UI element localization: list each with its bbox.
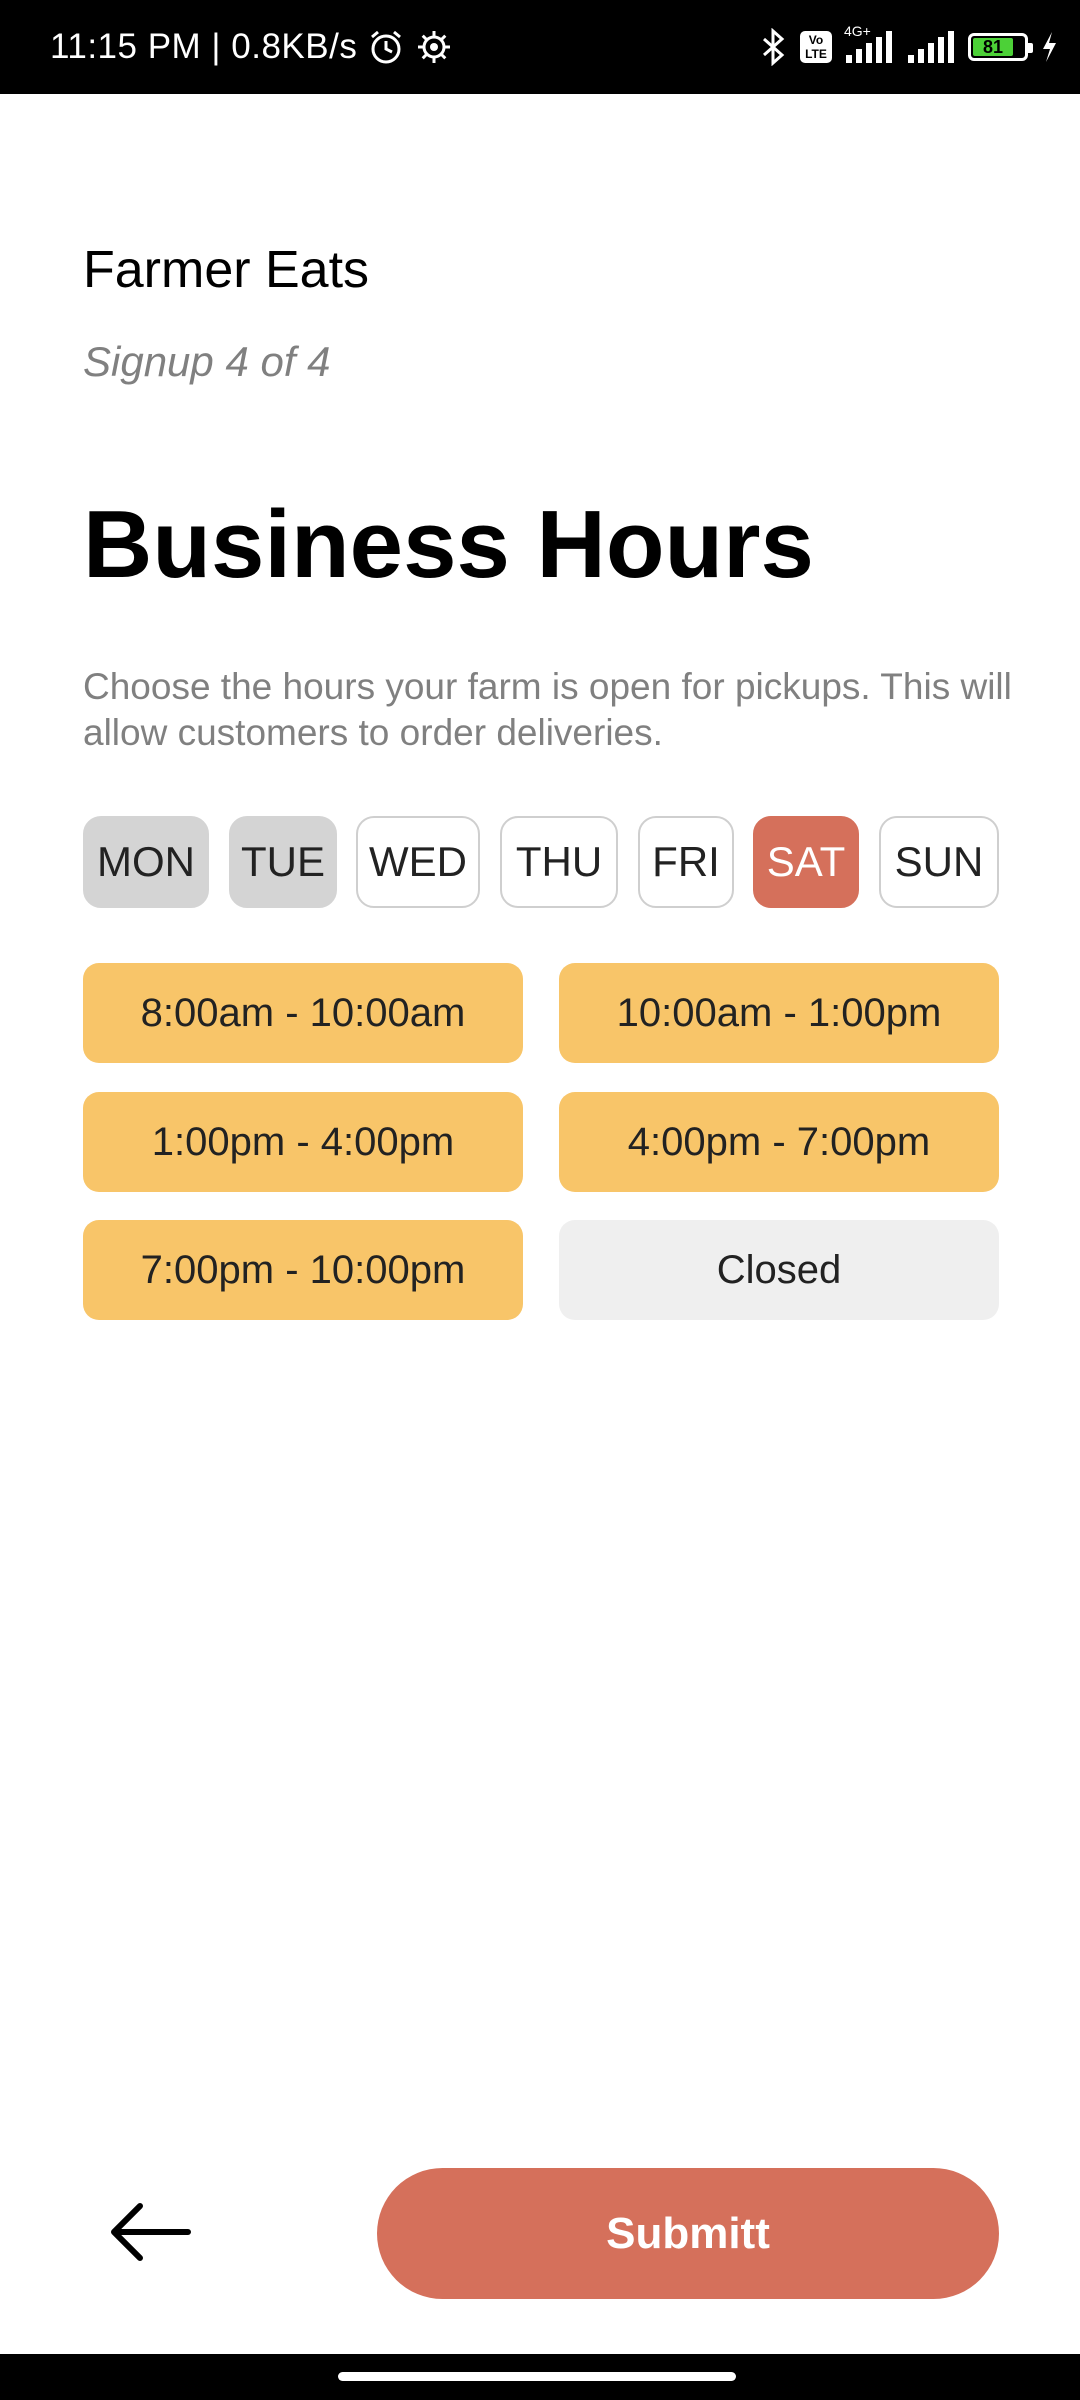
bluetooth-icon xyxy=(758,28,788,66)
time-slot[interactable]: 7:00pm - 10:00pm xyxy=(83,1220,523,1320)
time-slot[interactable]: 1:00pm - 4:00pm xyxy=(83,1092,523,1192)
status-left: 11:15 PM | 0.8KB/s xyxy=(50,0,453,94)
day-button-fri[interactable]: FRI xyxy=(638,816,734,908)
page-title: Business Hours xyxy=(83,491,814,598)
time-slot[interactable]: 4:00pm - 7:00pm xyxy=(559,1092,999,1192)
time-slot-closed[interactable]: Closed xyxy=(559,1220,999,1320)
status-right: Vo LTE 4G+ 81 xyxy=(758,0,1058,94)
day-button-sun[interactable]: SUN xyxy=(879,816,999,908)
screen: 11:15 PM | 0.8KB/s Vo LTE 4G+ 81 Farmer … xyxy=(0,0,1080,2400)
charging-icon xyxy=(1040,30,1058,64)
network-type: 4G+ xyxy=(844,23,871,39)
status-time: 11:15 PM | 0.8KB/s xyxy=(50,27,358,66)
settings-icon xyxy=(415,28,453,66)
status-bar: 11:15 PM | 0.8KB/s Vo LTE 4G+ 81 xyxy=(0,0,1080,94)
home-indicator[interactable] xyxy=(338,2372,736,2381)
battery-level: 81 xyxy=(973,38,1013,56)
back-button[interactable] xyxy=(100,2196,200,2268)
signal-icon: 4G+ xyxy=(844,23,894,65)
alarm-icon xyxy=(367,28,405,66)
system-nav-bar xyxy=(0,2354,1080,2400)
battery-icon: 81 xyxy=(968,33,1033,61)
submit-button[interactable]: Submitt xyxy=(377,2168,999,2299)
volte-icon: Vo LTE xyxy=(800,31,832,63)
app-name: Farmer Eats xyxy=(83,241,370,299)
signal-icon xyxy=(906,29,956,65)
day-button-tue[interactable]: TUE xyxy=(229,816,337,908)
day-button-sat[interactable]: SAT xyxy=(753,816,859,908)
signup-step: Signup 4 of 4 xyxy=(83,338,331,385)
battery-tip xyxy=(1028,43,1033,53)
day-button-thu[interactable]: THU xyxy=(500,816,618,908)
arrow-left-icon xyxy=(111,2203,191,2261)
day-button-wed[interactable]: WED xyxy=(356,816,480,908)
page-description: Choose the hours your farm is open for p… xyxy=(83,666,1012,753)
day-button-mon[interactable]: MON xyxy=(83,816,209,908)
time-slot[interactable]: 10:00am - 1:00pm xyxy=(559,963,999,1063)
time-slot[interactable]: 8:00am - 10:00am xyxy=(83,963,523,1063)
